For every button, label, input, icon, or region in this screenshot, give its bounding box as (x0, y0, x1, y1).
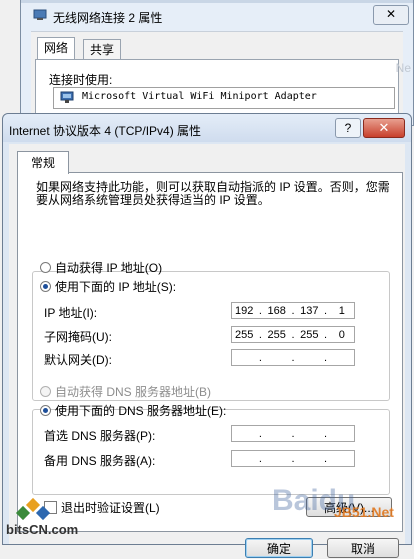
ip-octet-3: 137 (300, 304, 319, 317)
preferred-dns-input[interactable]: . . . (231, 425, 355, 442)
ip-auto-label: 自动获得 IP 地址(O) (55, 261, 163, 275)
dialog-title-bar: Internet 协议版本 4 (TCP/IPv4) 属性 ? ✕ (3, 114, 411, 142)
ip-address-input[interactable]: 192. 168. 137. 1 (231, 302, 355, 319)
jb51-watermark: JB51.Net (334, 504, 394, 520)
dns-manual-label: 使用下面的 DNS 服务器地址(E): (55, 404, 227, 418)
network-card-icon (60, 91, 74, 103)
validate-on-exit-label: 退出时验证设置(L) (61, 501, 160, 515)
subnet-mask-label: 子网掩码(U): (44, 330, 112, 344)
watermark-ne: Ne (395, 61, 411, 75)
logo-square-green (15, 505, 31, 521)
general-tab-panel: 如果网络支持此功能，则可以获取自动指派的 IP 设置。否则，您需要从网络系统管理… (17, 172, 403, 532)
network-adapter-icon (33, 9, 47, 20)
dns-manual-radio[interactable] (40, 405, 51, 416)
bitscn-watermark: bitsCN.com (6, 522, 79, 537)
subnet-octet-2: 255 (267, 328, 286, 341)
dns-manual-option[interactable]: 使用下面的 DNS 服务器地址(E): (40, 402, 226, 419)
dialog-title: Internet 协议版本 4 (TCP/IPv4) 属性 (9, 124, 202, 138)
adapter-name: Microsoft Virtual WiFi Miniport Adapter (82, 91, 317, 102)
alternate-dns-label: 备用 DNS 服务器(A): (44, 454, 156, 468)
close-icon: ✕ (378, 120, 390, 135)
ip-auto-option[interactable]: 自动获得 IP 地址(O) (40, 259, 162, 276)
ip-manual-label: 使用下面的 IP 地址(S): (55, 280, 177, 294)
preferred-dns-label: 首选 DNS 服务器(P): (44, 429, 156, 443)
connect-using-label: 连接时使用: (49, 73, 113, 87)
background-tab-sharing[interactable]: 共享 (83, 39, 122, 60)
cancel-button[interactable]: 取消 (327, 538, 399, 558)
logo-square-blue (35, 505, 51, 521)
help-button[interactable]: ? (335, 118, 361, 138)
dns-auto-label: 自动获得 DNS 服务器地址(B) (55, 385, 212, 399)
ip-octet-4: 1 (338, 304, 345, 317)
ip-octet-1: 192 (234, 304, 254, 317)
background-tab-network[interactable]: 网络 (37, 37, 76, 61)
subnet-octet-1: 255 (234, 328, 254, 341)
background-close-button[interactable]: ✕ (373, 5, 409, 25)
ip-auto-radio[interactable] (40, 262, 51, 273)
dns-auto-option: 自动获得 DNS 服务器地址(B) (40, 383, 211, 400)
help-icon: ? (344, 121, 352, 135)
alternate-dns-input[interactable]: . . . (231, 450, 355, 467)
close-button[interactable]: ✕ (363, 118, 405, 138)
subnet-mask-input[interactable]: 255. 255. 255. 0 (231, 326, 355, 343)
ip-manual-option[interactable]: 使用下面的 IP 地址(S): (40, 278, 176, 295)
adapter-field: Microsoft Virtual WiFi Miniport Adapter (53, 87, 395, 109)
background-window-top-strip (21, 0, 413, 3)
background-properties-window: 无线网络连接 2 属性 ✕ 网络 共享 连接时使用: Microsoft Vir… (20, 0, 414, 141)
description-text: 如果网络支持此功能，则可以获取自动指派的 IP 设置。否则，您需要从网络系统管理… (36, 180, 390, 207)
tab-general[interactable]: 常规 (17, 151, 69, 174)
subnet-octet-4: 0 (338, 328, 345, 341)
dns-auto-radio (40, 386, 51, 397)
ip-octet-2: 168 (267, 304, 286, 317)
tcpipv4-properties-dialog: Internet 协议版本 4 (TCP/IPv4) 属性 ? ✕ 常规 如果网… (2, 113, 412, 558)
ok-button[interactable]: 确定 (245, 538, 313, 558)
close-icon: ✕ (385, 7, 397, 21)
bitscn-logo: bitsCN.com (2, 497, 78, 542)
gateway-label: 默认网关(D): (44, 353, 112, 367)
gateway-input[interactable]: . . . (231, 349, 355, 366)
ip-manual-radio[interactable] (40, 281, 51, 292)
subnet-octet-3: 255 (300, 328, 319, 341)
ip-address-label: IP 地址(I): (44, 306, 98, 320)
background-window-title: 无线网络连接 2 属性 (53, 11, 163, 25)
